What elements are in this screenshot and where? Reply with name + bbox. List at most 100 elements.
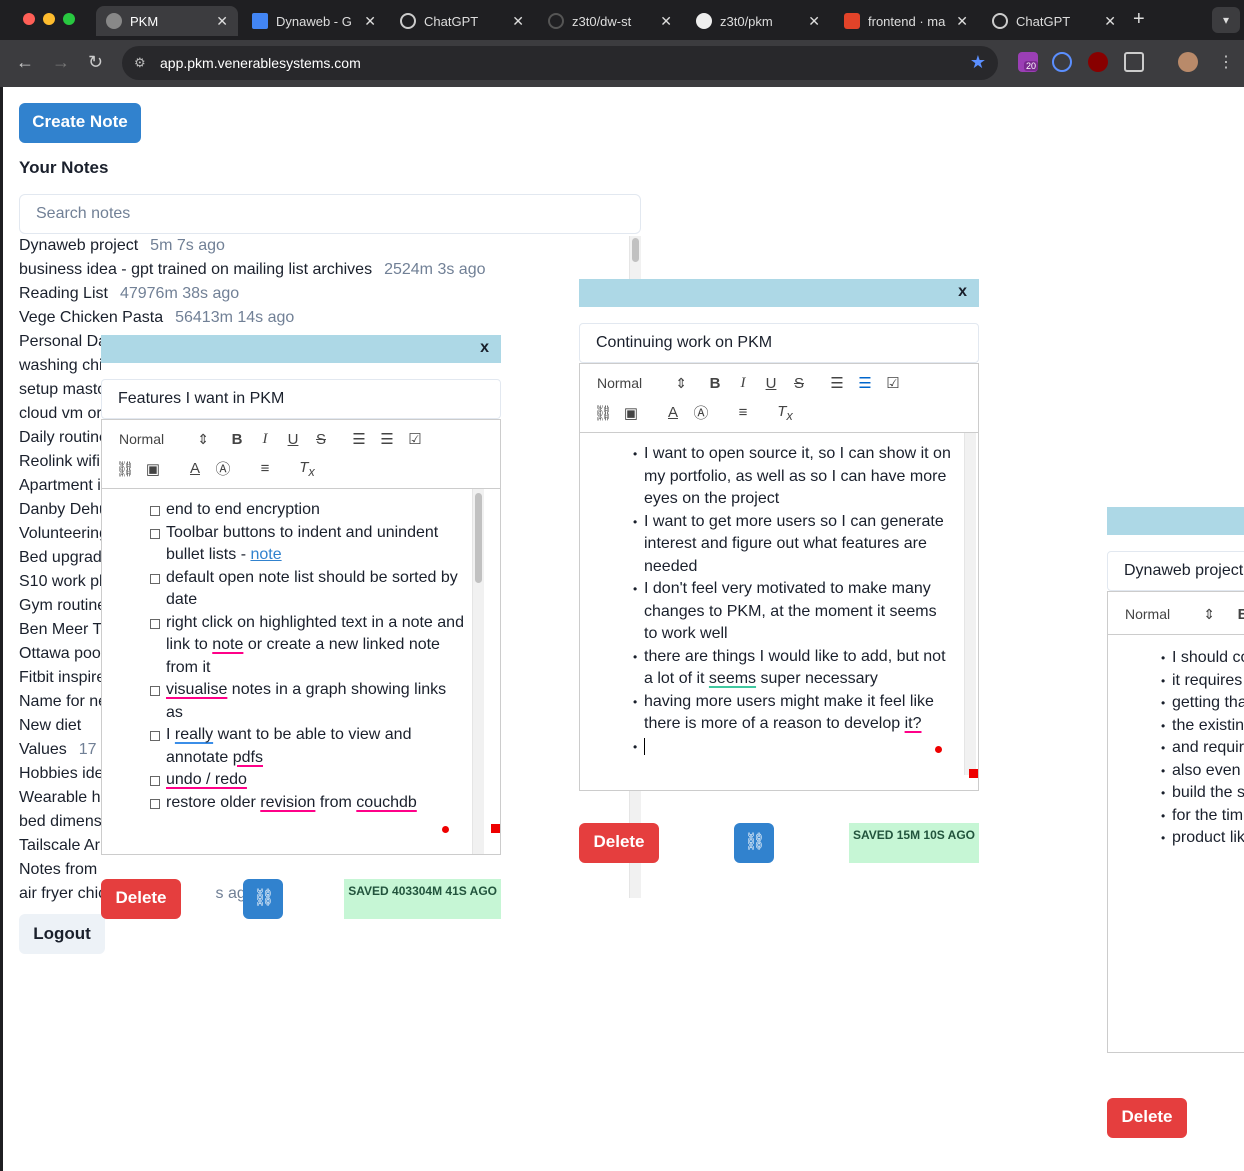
align-icon[interactable]: ≡ [729,404,757,421]
background-color-icon[interactable]: Ⓐ [687,402,715,423]
delete-note-button[interactable]: Delete [1107,1098,1187,1138]
editor-scrollbar[interactable] [964,433,976,775]
new-tab-button[interactable]: + [1133,8,1145,31]
list-item[interactable]: having more users might make it feel lik… [633,691,954,736]
note-link[interactable]: note [250,546,281,563]
profile-avatar[interactable] [1178,52,1198,72]
checklist-item[interactable]: undo / redo [150,769,466,792]
checklist-icon[interactable]: ☑ [401,430,429,448]
delete-note-button[interactable]: Delete [101,879,181,919]
list-item[interactable]: it requires [1161,670,1244,693]
tab-chatgpt-2[interactable]: ChatGPT ✕ [982,6,1126,36]
list-item-continued[interactable]: build the s [1161,782,1244,805]
close-tab-icon[interactable]: ✕ [660,13,672,30]
ublock-icon[interactable] [1088,52,1108,72]
list-item[interactable]: I should co [1161,647,1244,670]
back-arrow-icon[interactable]: ← [16,52,34,73]
tab-search-chevron-icon[interactable]: ▾ [1212,7,1240,33]
tab-pkm-github[interactable]: z3t0/pkm ✕ [686,6,830,36]
logout-button[interactable]: Logout [19,914,105,954]
list-item-continued[interactable]: product lik [1161,827,1244,850]
bold-icon[interactable]: B [701,375,729,392]
note-window-titlebar[interactable]: x [579,279,979,307]
header-select[interactable]: Normal ⇕ [119,431,209,448]
maximize-window-button[interactable] [63,13,75,25]
list-item[interactable]: the existin [1161,715,1244,738]
list-item[interactable]: also even [1161,760,1244,783]
bold-icon[interactable]: B [223,431,251,448]
close-tab-icon[interactable]: ✕ [956,13,968,30]
checklist-item[interactable]: visualise notes in a graph showing links… [150,679,466,724]
bold-icon[interactable]: B [1229,606,1244,623]
note-list-item[interactable]: Dynaweb project 5m 7s ago [19,236,629,260]
checklist-item[interactable]: I really want to be able to view and ann… [150,724,466,769]
close-tab-icon[interactable]: ✕ [1104,13,1116,30]
bullet-list-icon[interactable]: ☰ [851,374,879,392]
background-color-icon[interactable]: Ⓐ [209,458,237,479]
image-icon[interactable]: ▣ [617,404,645,422]
editor-body[interactable]: I want to open source it, so I can show … [579,433,979,791]
strikethrough-icon[interactable]: S [785,375,813,392]
list-item-continued[interactable]: and requir [1161,737,1244,760]
forward-arrow-icon[interactable]: → [52,52,70,73]
notes-list-scroll-thumb[interactable] [632,238,639,262]
underline-icon[interactable]: U [757,375,785,392]
tab-pkm[interactable]: PKM ✕ [96,6,238,36]
checklist-item[interactable]: end to end encryption [150,499,466,522]
close-window-button[interactable] [23,13,35,25]
header-select[interactable]: Normal ⇕ [1125,606,1215,623]
ordered-list-icon[interactable]: ☰ [823,374,851,392]
close-tab-icon[interactable]: ✕ [512,13,524,30]
bookmark-star-icon[interactable]: ★ [970,52,986,73]
search-notes-input[interactable] [19,194,641,234]
italic-icon[interactable]: I [251,431,279,448]
checklist-icon[interactable]: ☑ [879,374,907,392]
close-note-button[interactable]: x [480,339,489,357]
note-list-item[interactable]: Reading List 47976m 38s ago [19,284,629,308]
note-title-input[interactable]: Features I want in PKM [101,379,501,419]
resize-handle[interactable] [491,824,500,833]
tab-frontend-gitlab[interactable]: frontend · ma ✕ [834,6,978,36]
checklist-item[interactable]: Toolbar buttons to indent and unindent b… [150,522,466,567]
delete-note-button[interactable]: Delete [579,823,659,863]
search-input[interactable] [20,195,640,233]
note-window-titlebar[interactable]: x [101,335,501,363]
link-icon[interactable]: ⛓ [589,404,617,422]
list-item[interactable]: there are things I would like to add, bu… [633,646,954,691]
tab-dw-st[interactable]: z3t0/dw-st ✕ [538,6,682,36]
checklist-item[interactable]: default open note list should be sorted … [150,567,466,612]
checklist-item[interactable]: right click on highlighted text in a not… [150,612,466,680]
tab-chatgpt[interactable]: ChatGPT ✕ [390,6,534,36]
note-window-titlebar[interactable] [1107,507,1244,535]
header-select[interactable]: Normal ⇕ [597,375,687,392]
site-settings-icon[interactable]: ⚙ [134,55,150,71]
align-icon[interactable]: ≡ [251,460,279,477]
address-bar[interactable]: ⚙ app.pkm.venerablesystems.com ★ [122,46,998,80]
close-tab-icon[interactable]: ✕ [364,13,376,30]
reload-icon[interactable]: ↻ [88,52,103,73]
note-list-item[interactable]: Vege Chicken Pasta 56413m 14s ago [19,308,629,332]
list-item[interactable]: I don't feel very motivated to make many… [633,578,954,646]
editor-scroll-thumb[interactable] [475,493,482,583]
clear-format-icon[interactable]: Tx [771,403,799,423]
browser-menu-icon[interactable]: ⋮ [1218,52,1234,72]
link-note-button[interactable]: ⛓ [734,823,774,863]
list-item[interactable]: I want to get more users so I can genera… [633,511,954,579]
note-title-input[interactable]: Continuing work on PKM [579,323,979,363]
link-note-button[interactable]: ⛓ [243,879,283,919]
image-icon[interactable]: ▣ [139,460,167,478]
underline-icon[interactable]: U [279,431,307,448]
password-manager-icon[interactable] [1052,52,1072,72]
link-icon[interactable]: ⛓ [111,460,139,478]
bullet-list-icon[interactable]: ☰ [373,430,401,448]
close-tab-icon[interactable]: ✕ [808,13,820,30]
clear-format-icon[interactable]: Tx [293,459,321,479]
font-color-icon[interactable]: A [181,460,209,477]
create-note-button[interactable]: Create Note [19,103,141,143]
extensions-puzzle-icon[interactable] [1124,52,1144,72]
list-item[interactable]: I want to open source it, so I can show … [633,443,954,511]
note-title-input[interactable]: Dynaweb project [1107,551,1244,591]
ordered-list-icon[interactable]: ☰ [345,430,373,448]
italic-icon[interactable]: I [729,375,757,392]
editor-scrollbar[interactable] [472,489,484,854]
